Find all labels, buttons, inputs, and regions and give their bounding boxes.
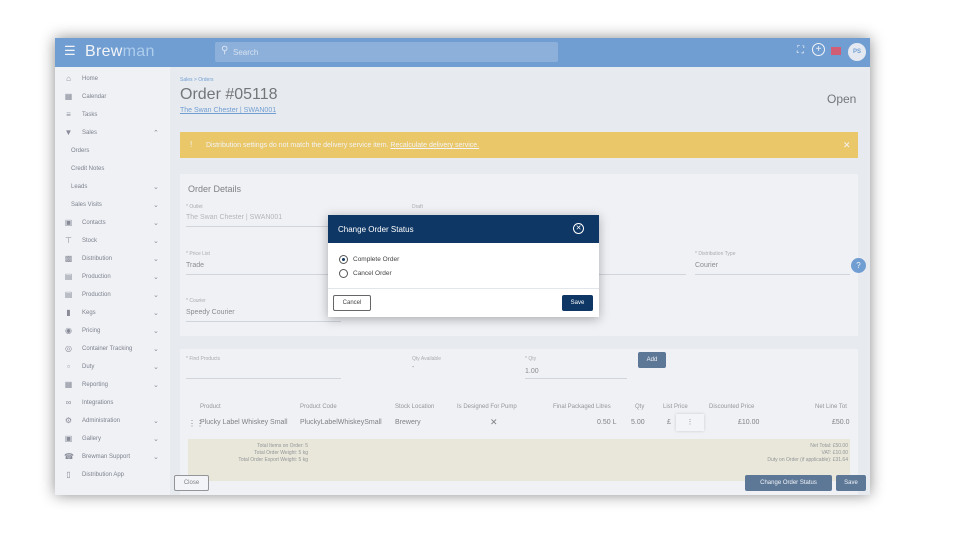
radio-unselected[interactable] [339, 269, 348, 278]
modal-save-button[interactable]: Save [562, 295, 593, 311]
change-status-modal: Change Order Status ✕ Complete Order Can… [328, 215, 599, 317]
modal-cancel-button[interactable]: Cancel [333, 295, 371, 311]
modal-title: Change Order Status [338, 225, 414, 234]
modal-header: Change Order Status ✕ [328, 215, 599, 243]
radio-selected[interactable] [339, 255, 348, 264]
close-circle-icon[interactable]: ✕ [573, 223, 584, 234]
